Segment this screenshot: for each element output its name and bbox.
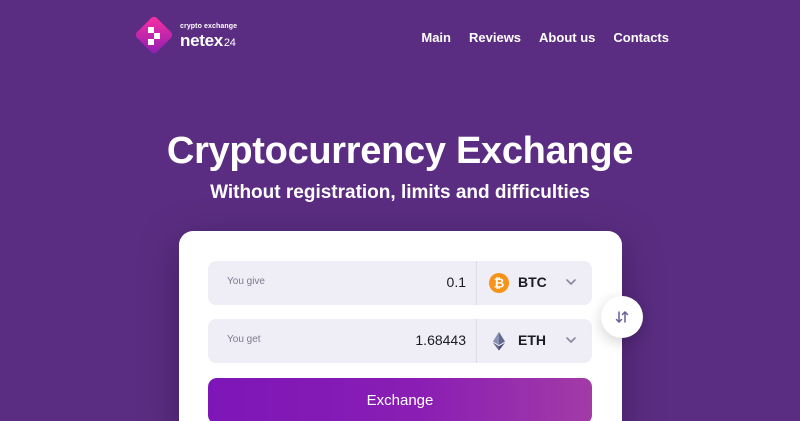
get-divider bbox=[476, 319, 477, 363]
nav-item-contacts[interactable]: Contacts bbox=[613, 30, 669, 45]
page: crypto exchange netex24 Main Reviews Abo… bbox=[0, 0, 800, 421]
hero-subtitle: Without registration, limits and difficu… bbox=[210, 182, 590, 203]
exchange-card: You give 0.1 ₿ BTC You get 1.68443 ETH E… bbox=[179, 231, 622, 421]
give-label: You give bbox=[227, 276, 265, 287]
give-currency-select[interactable]: BTC bbox=[518, 274, 547, 290]
give-divider bbox=[476, 261, 477, 305]
get-label: You get bbox=[227, 334, 261, 345]
get-field[interactable]: You get 1.68443 ETH bbox=[208, 319, 592, 363]
brand-number: 24 bbox=[223, 37, 236, 49]
give-amount-input[interactable]: 0.1 bbox=[447, 274, 466, 290]
brand-tagline: crypto exchange bbox=[180, 23, 238, 30]
hero-title: Cryptocurrency Exchange bbox=[166, 130, 634, 172]
ethereum-icon bbox=[493, 332, 505, 351]
nav-item-about-us[interactable]: About us bbox=[539, 30, 595, 45]
get-currency-select[interactable]: ETH bbox=[518, 332, 546, 348]
get-amount-value: 1.68443 bbox=[415, 332, 466, 348]
main-nav: Main Reviews About us Contacts bbox=[421, 30, 669, 45]
chevron-down-icon[interactable] bbox=[564, 275, 578, 289]
brand-logo[interactable]: crypto exchange netex24 bbox=[135, 16, 255, 56]
nav-item-reviews[interactable]: Reviews bbox=[469, 30, 521, 45]
exchange-button[interactable]: Exchange bbox=[208, 378, 592, 421]
nav-item-main[interactable]: Main bbox=[421, 30, 451, 45]
give-field[interactable]: You give 0.1 ₿ BTC bbox=[208, 261, 592, 305]
brand-name-text: netex bbox=[180, 31, 223, 50]
chevron-down-icon[interactable] bbox=[564, 333, 578, 347]
bitcoin-icon: ₿ bbox=[489, 273, 509, 293]
swap-button[interactable] bbox=[601, 296, 643, 338]
swap-arrows-icon bbox=[615, 311, 629, 323]
brand-name: netex24 bbox=[180, 31, 236, 51]
logo-cube-icon bbox=[135, 16, 173, 54]
svg-text:₿: ₿ bbox=[494, 277, 505, 292]
